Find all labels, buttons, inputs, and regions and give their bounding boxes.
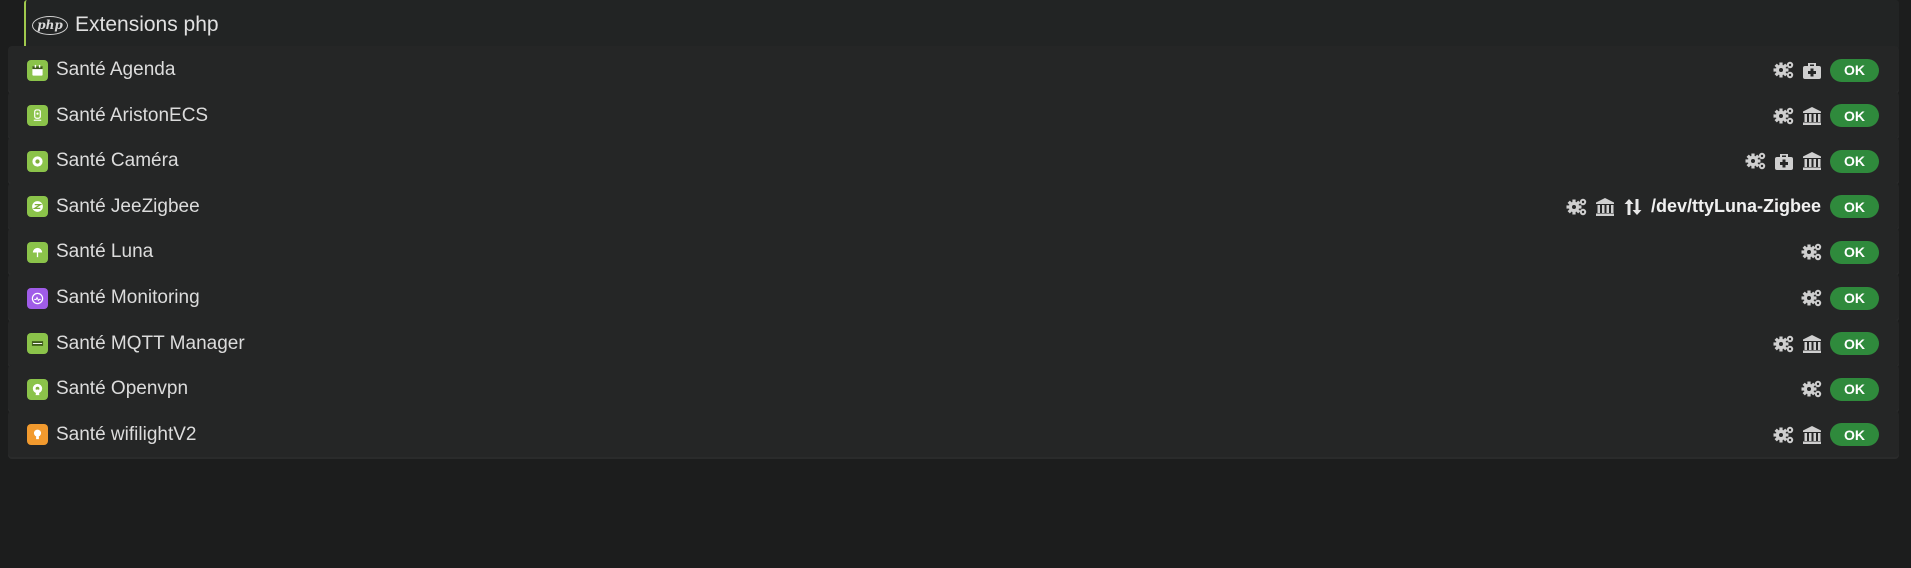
medkit-icon[interactable] (1800, 59, 1824, 81)
port-path: /dev/ttyLuna-Zigbee (1650, 196, 1821, 217)
extension-name: Santé Luna (56, 241, 154, 263)
extension-row[interactable]: Santé Caméra OK (8, 137, 1899, 186)
extension-row[interactable]: Santé wifilightV2 OK (8, 410, 1899, 459)
status-badge: OK (1830, 58, 1879, 82)
panel-header: php Extensions php (24, 0, 1899, 50)
bank-icon[interactable] (1800, 424, 1824, 446)
row-actions: OK (1772, 332, 1879, 356)
status-badge: OK (1830, 240, 1879, 264)
extensions-panel: php Extensions php Santé Agenda OK Santé A… (0, 0, 1911, 568)
extension-name: Santé Openvpn (56, 378, 189, 400)
boiler-icon (27, 105, 48, 127)
extension-row[interactable]: Santé AristonECS OK (8, 91, 1899, 140)
gears-icon[interactable] (1800, 241, 1824, 263)
gears-icon[interactable] (1800, 378, 1824, 400)
zigbee-icon (27, 196, 48, 218)
extension-row[interactable]: Santé Openvpn OK (8, 365, 1899, 414)
transfer-icon[interactable] (1621, 196, 1645, 218)
row-actions: OK (1800, 377, 1879, 401)
gears-icon[interactable] (1772, 59, 1796, 81)
extension-row[interactable]: Santé Luna OK (8, 228, 1899, 277)
gears-icon[interactable] (1800, 287, 1824, 309)
row-actions: OK (1800, 286, 1879, 310)
bank-icon[interactable] (1800, 333, 1824, 355)
php-logo-icon: php (32, 15, 68, 35)
monitoring-icon (27, 287, 48, 309)
gears-icon[interactable] (1772, 333, 1796, 355)
bank-icon[interactable] (1800, 105, 1824, 127)
status-badge: OK (1830, 104, 1879, 128)
status-badge: OK (1830, 286, 1879, 310)
extension-name: Santé AristonECS (56, 104, 209, 126)
lightbulb-icon (27, 424, 48, 446)
row-actions: OK (1800, 240, 1879, 264)
row-actions: OK (1744, 149, 1879, 173)
mqtt-icon (27, 333, 48, 355)
bank-icon[interactable] (1800, 150, 1824, 172)
gears-icon[interactable] (1565, 196, 1589, 218)
gears-icon[interactable] (1744, 150, 1768, 172)
bank-icon[interactable] (1593, 196, 1617, 218)
status-badge: OK (1830, 195, 1879, 219)
status-badge: OK (1830, 332, 1879, 356)
extension-row[interactable]: Santé JeeZigbee/dev/ttyLuna-Zigbee OK (8, 182, 1899, 231)
row-actions: OK (1772, 58, 1879, 82)
gears-icon[interactable] (1772, 424, 1796, 446)
panel-title: Extensions php (75, 13, 219, 36)
row-actions: OK (1772, 423, 1879, 447)
status-badge: OK (1830, 423, 1879, 447)
extension-name: Santé Caméra (56, 150, 179, 172)
extension-name: Santé Monitoring (56, 287, 200, 308)
camera-icon (27, 150, 48, 172)
gears-icon[interactable] (1772, 105, 1796, 127)
php-logo-text: php (37, 18, 63, 32)
luna-icon (27, 241, 48, 263)
extension-row[interactable]: Santé MQTT Manager OK (8, 319, 1899, 368)
status-badge: OK (1830, 377, 1879, 401)
row-actions: /dev/ttyLuna-Zigbee OK (1565, 195, 1879, 219)
medkit-icon[interactable] (1772, 150, 1796, 172)
calendar-icon (27, 59, 48, 81)
extension-name: Santé Agenda (56, 59, 176, 80)
row-actions: OK (1772, 104, 1879, 128)
extension-row[interactable]: Santé Agenda OK (8, 46, 1899, 94)
extension-row[interactable]: Santé Monitoring OK (8, 274, 1899, 322)
status-badge: OK (1830, 149, 1879, 173)
extension-name: Santé wifilightV2 (56, 423, 197, 445)
extension-name: Santé JeeZigbee (56, 195, 200, 217)
extension-name: Santé MQTT Manager (56, 332, 245, 354)
openvpn-icon (27, 378, 48, 400)
